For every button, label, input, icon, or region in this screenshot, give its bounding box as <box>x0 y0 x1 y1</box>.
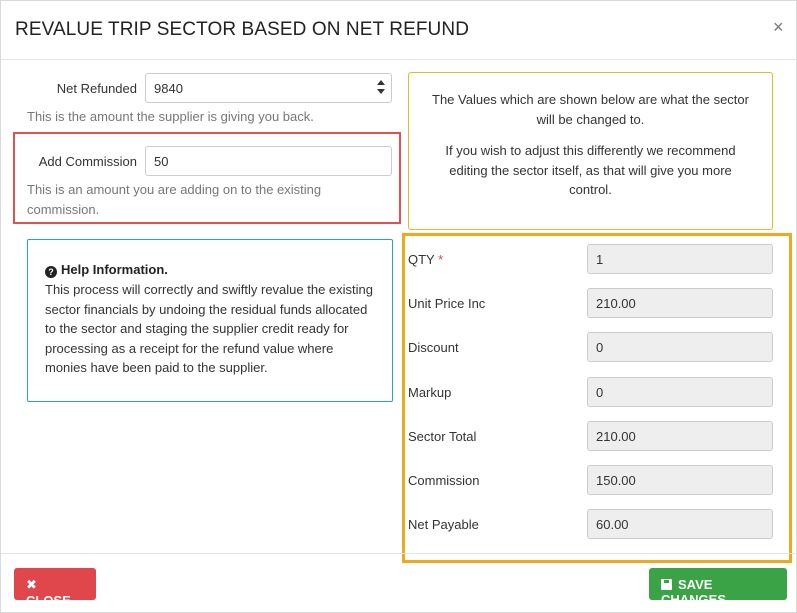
modal-title: REVALUE TRIP SECTOR BASED ON NET REFUND <box>15 19 470 40</box>
sector-total-label: Sector Total <box>408 429 477 444</box>
notice-paragraph-1: The Values which are shown below are wha… <box>432 92 749 127</box>
qty-field: 1 <box>587 244 773 274</box>
unit-price-label: Unit Price Inc <box>408 296 486 311</box>
net-payable-field: 60.00 <box>587 509 773 539</box>
commission-label: Commission <box>408 473 480 488</box>
question-circle-icon: ? <box>45 266 57 278</box>
markup-label: Markup <box>408 385 452 400</box>
sector-total-field: 210.00 <box>587 421 773 451</box>
help-info-text: This process will correctly and swiftly … <box>45 282 374 375</box>
discount-field: 0 <box>587 332 773 362</box>
close-icon[interactable]: × <box>773 17 784 37</box>
close-button[interactable]: ✖CLOSE <box>14 568 96 608</box>
net-refunded-help: This is the amount the supplier is givin… <box>27 109 314 124</box>
net-refunded-input[interactable]: 9840 <box>145 73 392 103</box>
notice-panel: The Values which are shown below are wha… <box>408 72 773 230</box>
required-marker: * <box>438 252 444 267</box>
notice-paragraph-2: If you wish to adjust this differently w… <box>445 143 736 197</box>
times-icon: ✖ <box>26 577 37 592</box>
discount-label: Discount <box>408 340 459 355</box>
modal-header: REVALUE TRIP SECTOR BASED ON NET REFUND … <box>1 1 797 60</box>
net-refunded-value: 9840 <box>154 81 183 96</box>
net-payable-label: Net Payable <box>408 517 479 532</box>
add-commission-input[interactable]: 50 <box>145 146 392 176</box>
help-info-panel: ? Help Information. This process will cor… <box>27 239 393 402</box>
add-commission-label: Add Commission <box>38 154 137 169</box>
close-button-label: CLOSE <box>26 593 71 608</box>
markup-field: 0 <box>587 377 773 407</box>
add-commission-value: 50 <box>154 154 169 169</box>
number-spinner-icon[interactable] <box>377 79 385 97</box>
help-info-title: ? Help Information. <box>45 260 375 280</box>
footer-divider <box>1 553 797 554</box>
revalue-modal: REVALUE TRIP SECTOR BASED ON NET REFUND … <box>0 0 797 613</box>
commission-field: 150.00 <box>587 465 773 495</box>
qty-label: QTY * <box>408 252 443 267</box>
qty-label-text: QTY <box>408 252 435 267</box>
save-changes-button[interactable]: SAVE CHANGES <box>649 568 787 607</box>
help-info-title-text: Help Information. <box>61 262 168 277</box>
floppy-disk-icon <box>661 579 672 590</box>
add-commission-help: This is an amount you are adding on to t… <box>27 182 322 217</box>
net-refunded-label: Net Refunded <box>56 81 137 96</box>
unit-price-field: 210.00 <box>587 288 773 318</box>
